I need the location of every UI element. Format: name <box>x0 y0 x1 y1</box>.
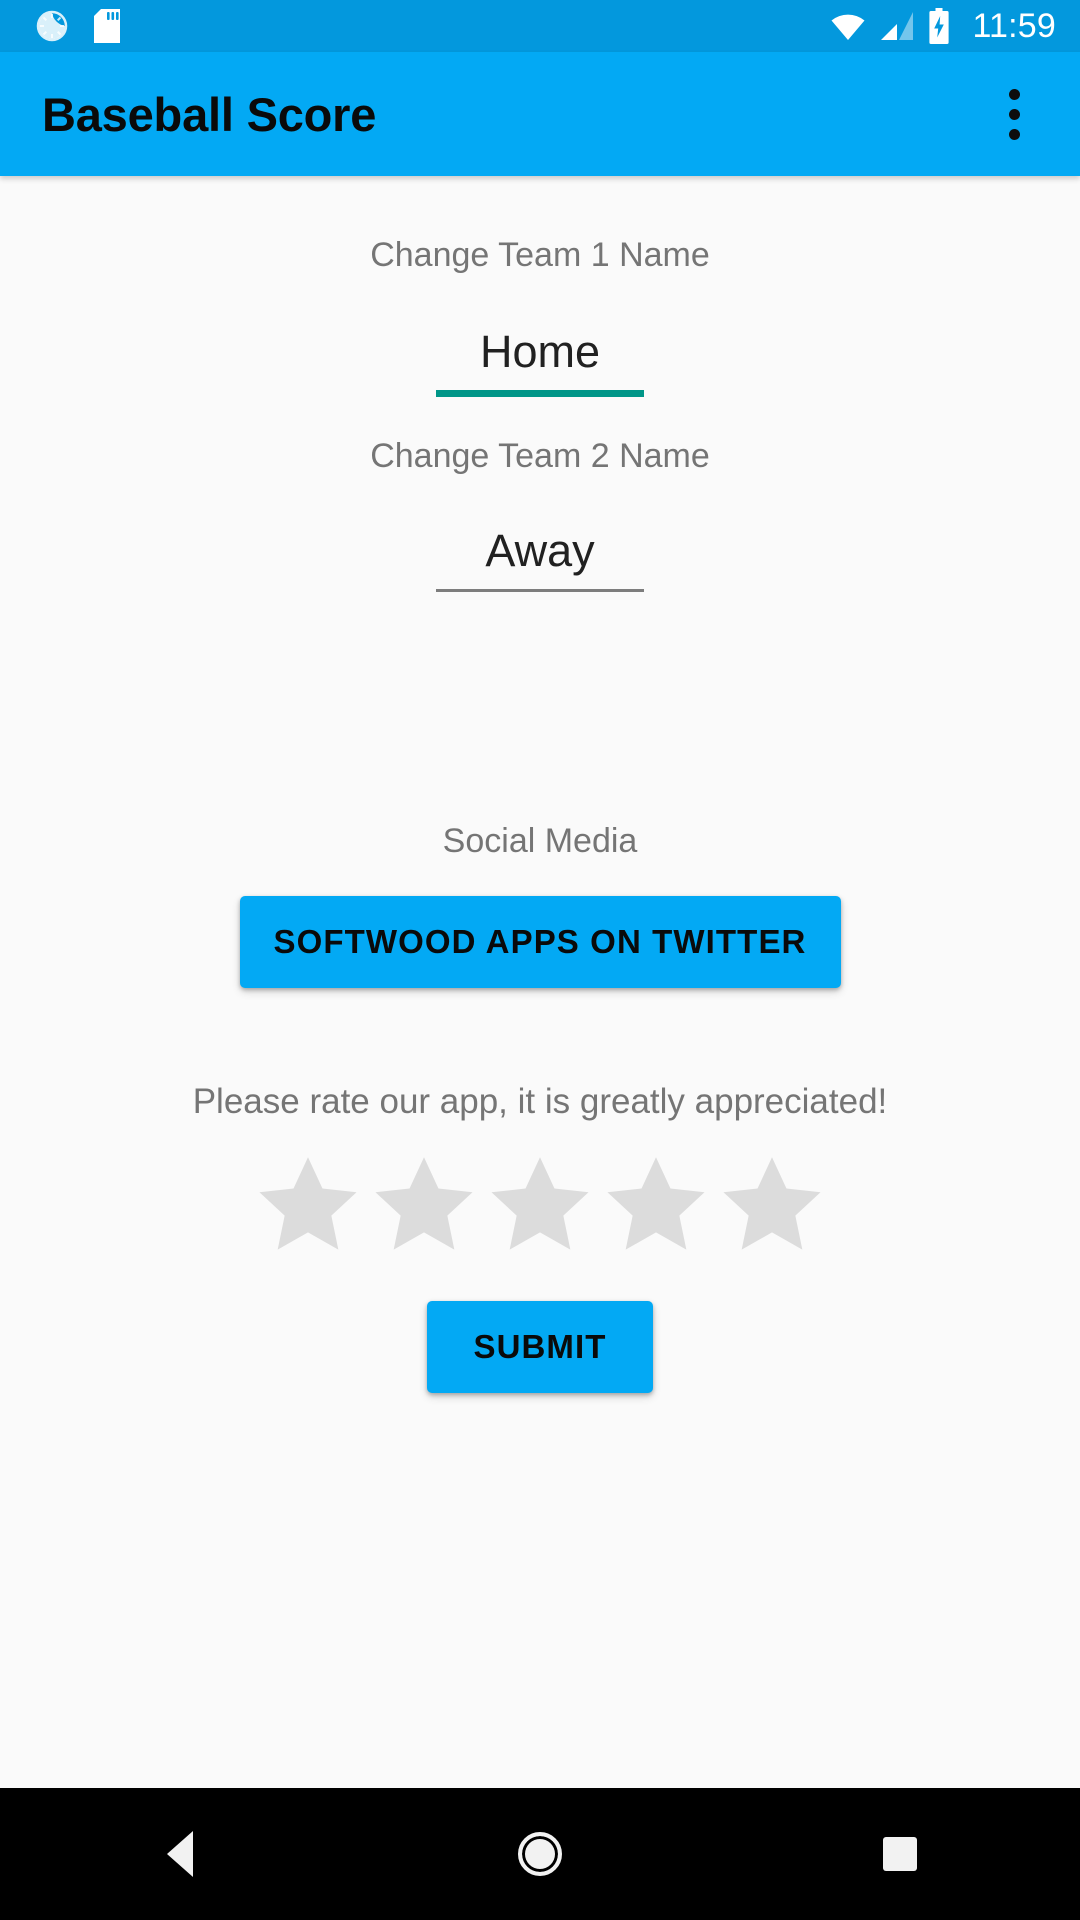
rating-star-3[interactable] <box>482 1147 598 1259</box>
social-media-label: Social Media <box>442 822 638 860</box>
main-content: Change Team 1 Name Change Team 2 Name So… <box>0 176 1080 1788</box>
status-bar: 11:59 <box>0 0 1080 52</box>
submit-rating-button[interactable]: SUBMIT <box>427 1301 653 1393</box>
team2-name-input[interactable] <box>436 525 644 589</box>
cellular-signal-icon <box>880 11 914 41</box>
recents-icon[interactable] <box>825 1788 975 1920</box>
rating-star-2[interactable] <box>366 1147 482 1259</box>
status-bar-clock: 11:59 <box>972 6 1056 45</box>
overflow-dot <box>1008 108 1020 120</box>
status-bar-right-icons: 11:59 <box>830 7 1056 46</box>
star-rating-bar[interactable] <box>250 1147 830 1259</box>
wifi-icon <box>830 11 866 41</box>
sdcard-icon <box>94 9 120 43</box>
app-bar: Baseball Score <box>0 52 1080 176</box>
rating-star-1[interactable] <box>250 1147 366 1259</box>
team2-field-wrap <box>436 525 644 592</box>
overflow-dot <box>1008 128 1020 140</box>
rating-star-4[interactable] <box>598 1147 714 1259</box>
home-icon[interactable] <box>465 1788 615 1920</box>
team2-field-label: Change Team 2 Name <box>370 437 710 475</box>
dnd-icon <box>36 10 68 42</box>
team1-field-label: Change Team 1 Name <box>370 236 710 274</box>
recents-square <box>883 1837 917 1871</box>
team1-name-input[interactable] <box>436 326 644 390</box>
rating-star-5[interactable] <box>714 1147 830 1259</box>
team1-input-underline <box>436 390 644 397</box>
back-icon[interactable] <box>105 1788 255 1920</box>
overflow-dot <box>1008 88 1020 100</box>
team2-input-underline <box>436 589 644 592</box>
status-bar-left-icons <box>36 9 120 43</box>
home-circle <box>518 1832 562 1876</box>
battery-charging-icon <box>928 8 950 44</box>
rating-prompt-text: Please rate our app, it is greatly appre… <box>192 1082 888 1121</box>
page-title: Baseball Score <box>42 87 377 141</box>
system-navigation-bar <box>0 1788 1080 1920</box>
twitter-link-button[interactable]: SOFTWOOD APPS ON TWITTER <box>239 896 841 988</box>
team1-field-wrap <box>436 326 644 397</box>
phone-screen: 11:59 Baseball Score Change Team 1 Name … <box>0 0 1080 1920</box>
back-triangle <box>167 1831 193 1877</box>
more-vertical-icon[interactable] <box>978 78 1050 150</box>
